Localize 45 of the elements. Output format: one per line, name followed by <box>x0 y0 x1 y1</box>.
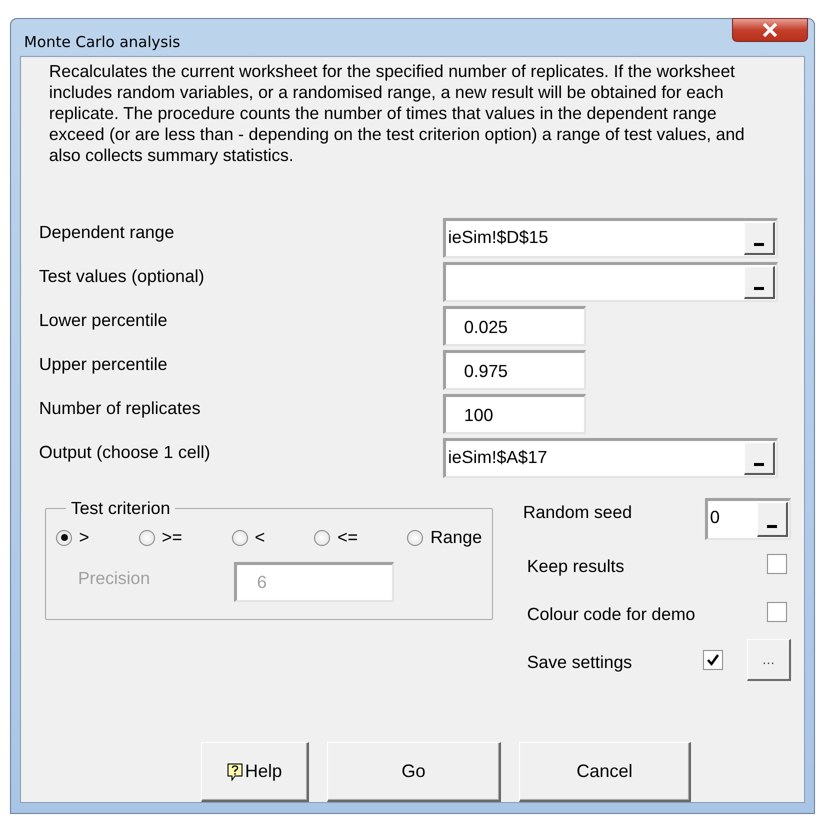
help-icon <box>226 762 243 780</box>
range-picker-button[interactable] <box>744 222 775 255</box>
range-picker-button[interactable] <box>744 266 775 299</box>
radio-option[interactable]: < <box>232 527 265 548</box>
seed-picker-button[interactable] <box>757 502 788 537</box>
input-field[interactable]: ieSim!$A$17 <box>443 438 778 478</box>
option-label: Colour code for demo <box>527 602 696 624</box>
field-label: Test values (optional) <box>39 265 206 288</box>
close-button[interactable] <box>732 18 808 42</box>
more-button[interactable]: … <box>747 639 791 681</box>
help-button[interactable]: Help <box>201 742 309 802</box>
radio-option[interactable]: >= <box>138 527 182 548</box>
seed-field[interactable]: 0 <box>705 498 791 540</box>
input-field[interactable]: 100 <box>443 394 586 434</box>
field-label: Number of replicates <box>39 397 202 420</box>
field-label: Output (choose 1 cell) <box>39 441 212 464</box>
radio-option[interactable]: Range <box>407 527 482 548</box>
picker-icon <box>754 243 764 246</box>
description-text: Recalculates the current worksheet for the specified number of replicates. If the worksheet includes random variables, or a randomised range, a new result will be obtained for each replicate. The procedure counts the number of times that values in the dependent range exceed (or are less than - depending on the test criterion option) a range of test values, and also collects summary statistics. <box>49 61 746 166</box>
close-icon <box>762 23 778 37</box>
picker-icon <box>767 525 777 528</box>
checkbox[interactable] <box>767 554 787 574</box>
precision-label: Precision <box>78 568 150 588</box>
picker-icon <box>754 463 764 466</box>
dialog-button[interactable]: Go <box>327 742 501 802</box>
input-field[interactable] <box>443 262 778 302</box>
range-picker-button[interactable] <box>744 442 775 475</box>
seed-label: Random seed <box>523 501 632 523</box>
checkbox[interactable] <box>703 650 723 670</box>
input-field[interactable]: ieSim!$D$15 <box>443 218 778 258</box>
option-label: Keep results <box>527 554 624 576</box>
field-label: Dependent range <box>39 221 176 244</box>
field-label: Lower percentile <box>39 309 168 332</box>
picker-icon <box>754 287 764 290</box>
input-field[interactable]: 0.025 <box>443 306 586 346</box>
field-label: Upper percentile <box>39 353 168 376</box>
checkbox[interactable] <box>767 602 787 622</box>
check-icon <box>707 654 719 666</box>
radio-option[interactable]: <= <box>314 527 358 548</box>
radio-option[interactable]: > <box>56 527 90 548</box>
window-title: Monte Carlo analysis <box>24 33 180 51</box>
input-field[interactable]: 0.975 <box>443 350 586 390</box>
group-title: Test criterion <box>70 498 172 519</box>
option-label: Save settings <box>527 650 632 672</box>
dialog-button[interactable]: Cancel <box>519 742 691 802</box>
